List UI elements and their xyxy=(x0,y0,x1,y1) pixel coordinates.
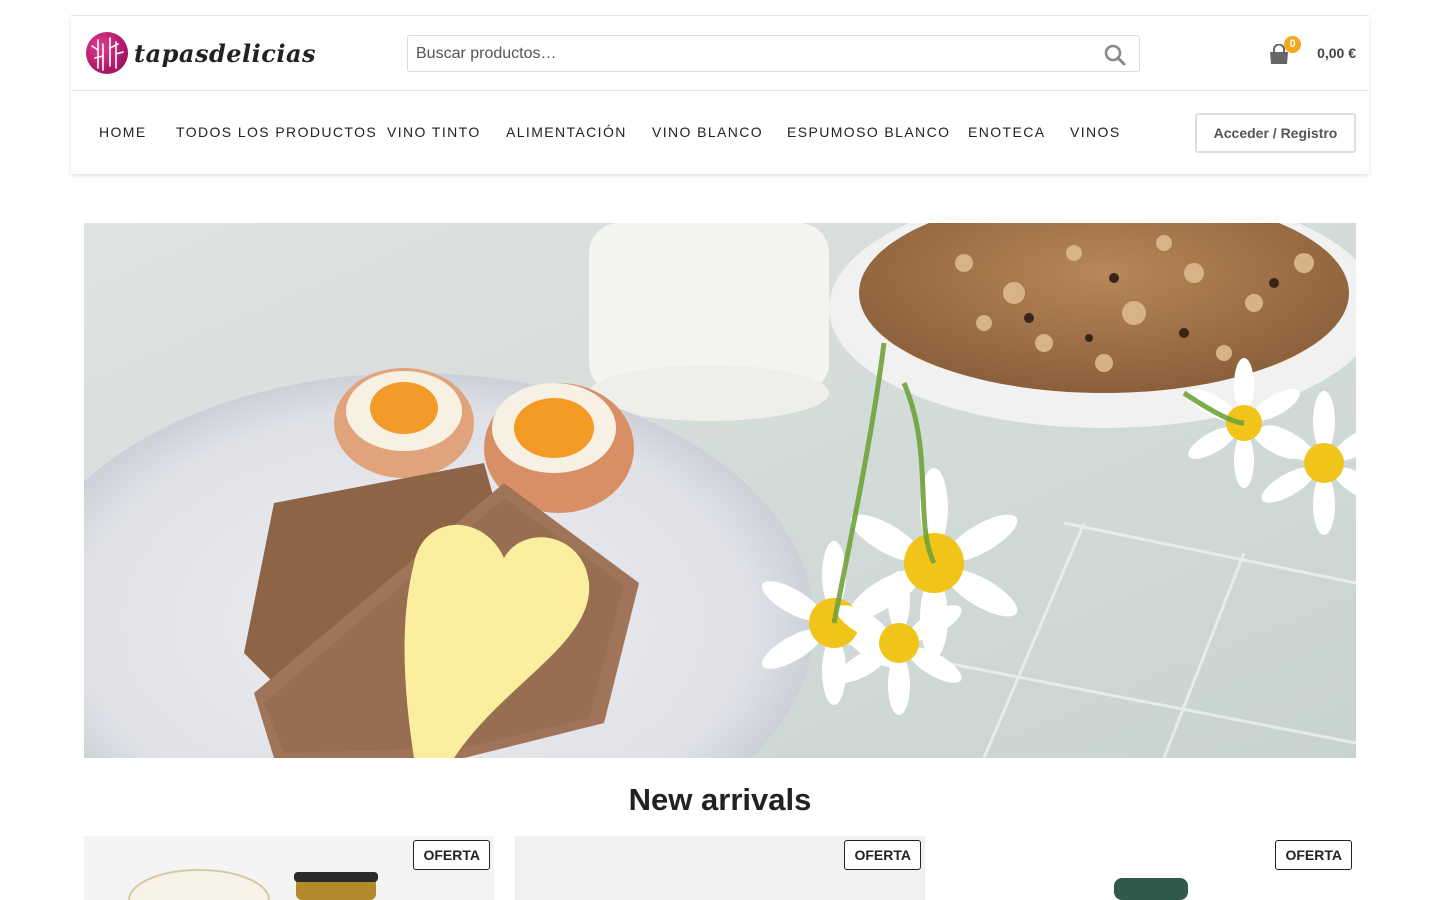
site: tapasdelicias 0 0,00 € xyxy=(0,0,1440,900)
product-card[interactable]: OFERTA xyxy=(84,836,494,900)
hero-banner[interactable] xyxy=(84,223,1356,758)
sale-badge: OFERTA xyxy=(1275,840,1352,870)
section-title-new-arrivals: New arrivals xyxy=(628,782,812,817)
search-input[interactable] xyxy=(408,36,1139,71)
site-header: tapasdelicias 0 0,00 € xyxy=(71,16,1369,174)
logo-icon xyxy=(86,32,128,74)
nav-item-vino-tinto[interactable]: VINO TINTO xyxy=(387,124,481,140)
nav-item-enoteca[interactable]: ENOTECA xyxy=(968,124,1045,140)
sale-badge: OFERTA xyxy=(844,840,921,870)
nav-item-vinos[interactable]: VINOS xyxy=(1070,124,1121,140)
nav-item-home[interactable]: HOME xyxy=(99,124,147,140)
cart-count-badge: 0 xyxy=(1284,36,1301,53)
nav-item-vino-blanco[interactable]: VINO BLANCO xyxy=(652,124,763,140)
header-top-bar: tapasdelicias 0 0,00 € xyxy=(71,16,1369,91)
search-box xyxy=(407,35,1140,72)
product-card[interactable]: OFERTA xyxy=(946,836,1356,900)
nav-item-todos-los-productos[interactable]: TODOS LOS PRODUCTOS xyxy=(176,124,377,140)
search-icon[interactable] xyxy=(1103,43,1127,67)
cart-button[interactable]: 0 xyxy=(1268,36,1302,70)
nav-item-alimentacion[interactable]: ALIMENTACIÓN xyxy=(506,124,627,140)
cart-total[interactable]: 0,00 € xyxy=(1317,45,1356,61)
logo-wordmark: tapasdelicias xyxy=(134,38,317,68)
sale-badge: OFERTA xyxy=(413,840,490,870)
breakfast-photo xyxy=(84,223,1356,758)
main-nav: HOME TODOS LOS PRODUCTOS VINO TINTO ALIM… xyxy=(71,92,1369,174)
site-logo[interactable]: tapasdelicias xyxy=(86,32,316,74)
login-register-button[interactable]: Acceder / Registro xyxy=(1195,113,1356,153)
product-card[interactable]: OFERTA xyxy=(515,836,925,900)
nav-item-espumoso-blanco[interactable]: ESPUMOSO BLANCO xyxy=(787,124,950,140)
